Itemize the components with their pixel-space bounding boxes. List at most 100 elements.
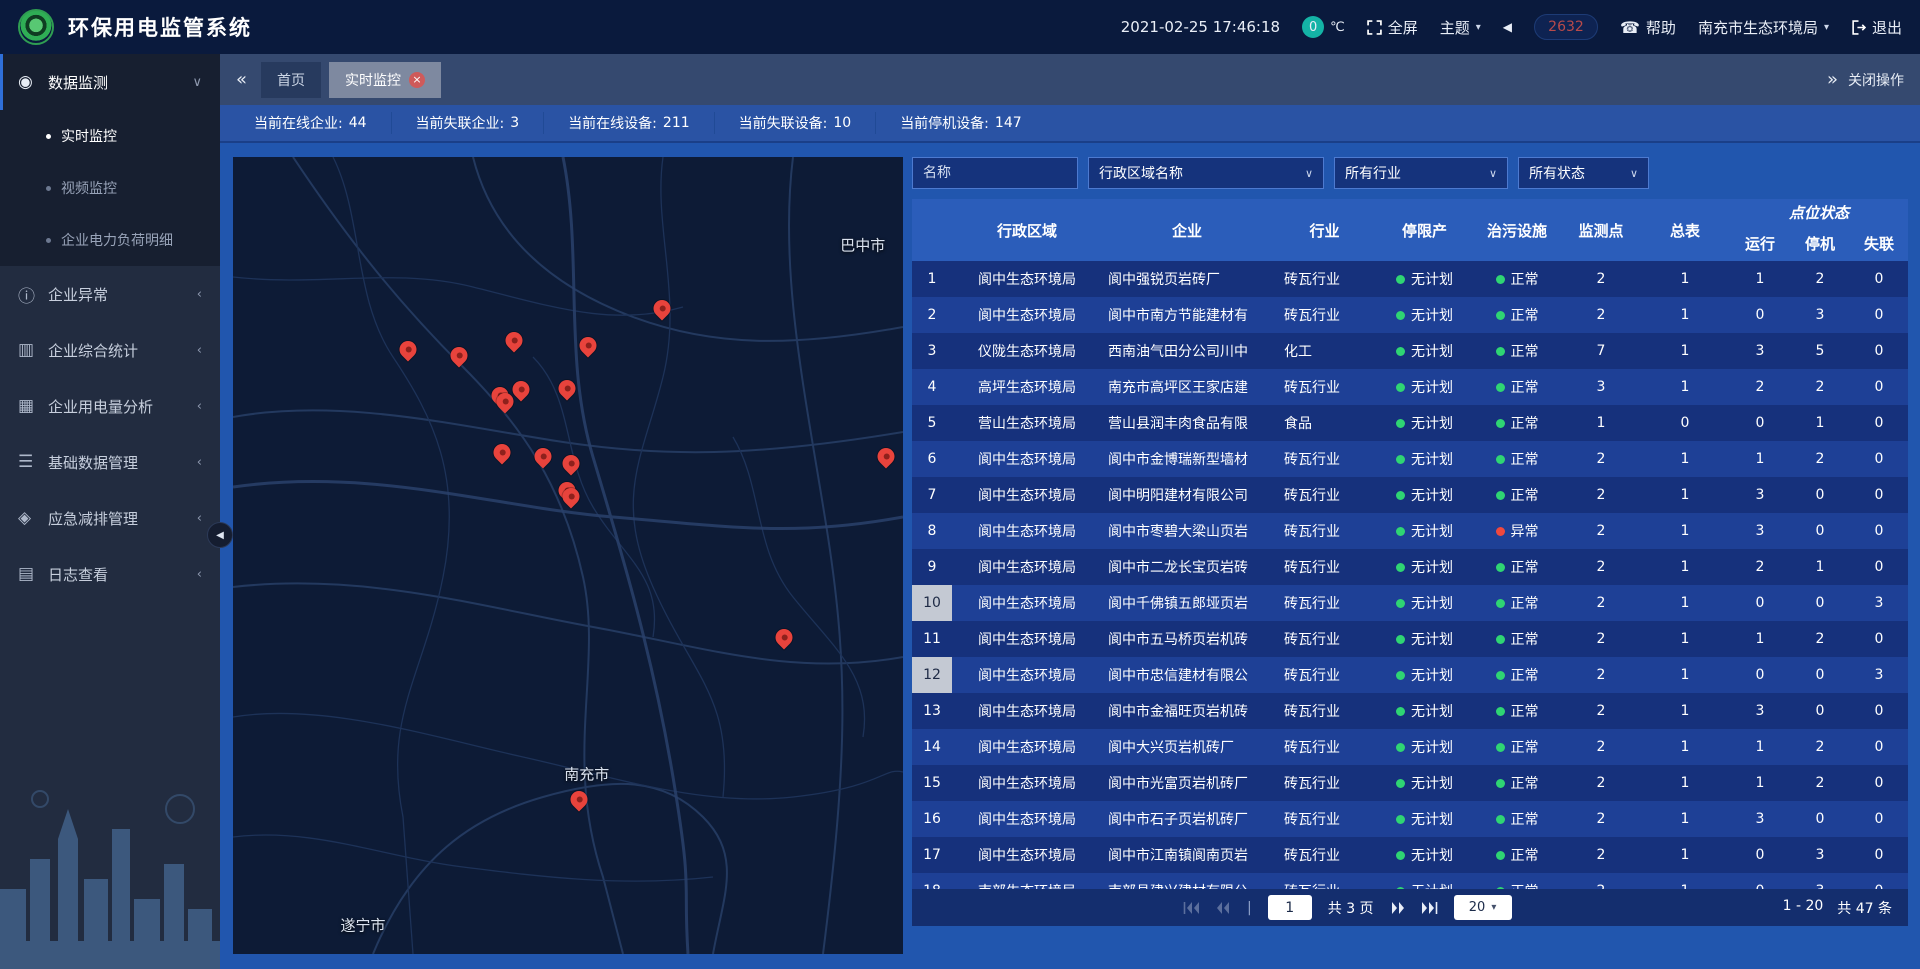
table-row[interactable]: 12阆中生态环境局阆中市忠信建材有限公砖瓦行业无计划正常21003 bbox=[912, 657, 1908, 693]
fullscreen-button[interactable]: 全屏 bbox=[1367, 17, 1418, 38]
sidebar-subitem[interactable]: 实时监控 bbox=[0, 110, 220, 162]
cell-monitor-points: 2 bbox=[1562, 765, 1640, 801]
sidebar-item[interactable]: ◉数据监测∨ bbox=[0, 54, 220, 110]
scroll-tabs-left-button[interactable]: « bbox=[236, 71, 247, 89]
table-row[interactable]: 5营山生态环境局营山县润丰肉食品有限食品无计划正常10010 bbox=[912, 405, 1908, 441]
cell-stopped: 2 bbox=[1790, 729, 1850, 765]
pagination-divider: | bbox=[1247, 900, 1252, 916]
map-pin[interactable] bbox=[874, 445, 898, 469]
chevron-down-icon: ∨ bbox=[1305, 167, 1313, 180]
map-pin[interactable] bbox=[502, 329, 526, 353]
table-row[interactable]: 17阆中生态环境局阆中市江南镇阆南页岩砖瓦行业无计划正常21030 bbox=[912, 837, 1908, 873]
cell-company: 阆中明阳建材有限公司 bbox=[1102, 477, 1272, 513]
close-operations[interactable]: » 关闭操作 bbox=[1827, 70, 1904, 90]
cell-running: 3 bbox=[1730, 693, 1790, 729]
cell-region: 南部生态环境局 bbox=[952, 873, 1102, 889]
close-icon[interactable]: × bbox=[409, 72, 425, 88]
bullet-icon bbox=[46, 238, 51, 243]
status-dot bbox=[1496, 743, 1505, 752]
map-pin[interactable] bbox=[490, 441, 514, 465]
cell-monitor-points: 2 bbox=[1562, 801, 1640, 837]
tab-item[interactable]: 首页 bbox=[261, 62, 321, 98]
region-filter-select[interactable]: 行政区域名称 ∨ bbox=[1088, 157, 1324, 189]
sidebar-subitem[interactable]: 企业电力负荷明细 bbox=[0, 214, 220, 266]
cell-industry: 砖瓦行业 bbox=[1272, 369, 1377, 405]
sidebar-item[interactable]: ◈应急减排管理‹ bbox=[0, 490, 220, 546]
first-page-button[interactable] bbox=[1183, 902, 1200, 914]
stat-label: 当前在线企业: bbox=[254, 113, 343, 133]
map-pin[interactable] bbox=[650, 297, 674, 321]
status-dot bbox=[1396, 635, 1405, 644]
map-pin[interactable] bbox=[396, 337, 420, 361]
table-row[interactable]: 9阆中生态环境局阆中市二龙长宝页岩砖砖瓦行业无计划正常21210 bbox=[912, 549, 1908, 585]
sidebar-item[interactable]: ☰基础数据管理‹ bbox=[0, 434, 220, 490]
cell-offline: 0 bbox=[1850, 549, 1908, 585]
table-row[interactable]: 3仪陇生态环境局西南油气田分公司川中化工无计划正常71350 bbox=[912, 333, 1908, 369]
logout-button[interactable]: 退出 bbox=[1851, 17, 1902, 38]
table-row[interactable]: 8阆中生态环境局阆中市枣碧大梁山页岩砖瓦行业无计划异常21300 bbox=[912, 513, 1908, 549]
status-filter-select[interactable]: 所有状态 ∨ bbox=[1518, 157, 1649, 189]
table-row[interactable]: 6阆中生态环境局阆中市金博瑞新型墙材砖瓦行业无计划正常21120 bbox=[912, 441, 1908, 477]
status-dot bbox=[1496, 491, 1505, 500]
sidebar-item[interactable]: ⓘ企业异常‹ bbox=[0, 266, 220, 322]
table-row[interactable]: 4高坪生态环境局南充市高坪区王家店建砖瓦行业无计划正常31220 bbox=[912, 369, 1908, 405]
cell-facility-status: 正常 bbox=[1472, 873, 1562, 889]
map-pin[interactable] bbox=[531, 445, 555, 469]
status-text: 正常 bbox=[1511, 485, 1539, 505]
map[interactable]: 巴中市南充市遂宁市 bbox=[233, 157, 903, 954]
pagination: | 共 3 页 20 ▾ 1 - 20 共 47 bbox=[912, 889, 1908, 926]
prev-page-button[interactable] bbox=[1216, 902, 1231, 914]
cell-monitor-points: 2 bbox=[1562, 693, 1640, 729]
stat-label: 当前失联设备: bbox=[739, 113, 828, 133]
table-row[interactable]: 18南部生态环境局南部县建兴建材有限公砖瓦行业无计划正常21030 bbox=[912, 873, 1908, 889]
next-page-button[interactable] bbox=[1390, 902, 1405, 914]
row-number: 17 bbox=[912, 837, 952, 873]
page-size-select[interactable]: 20 ▾ bbox=[1454, 895, 1512, 920]
org-dropdown[interactable]: 南充市生态环境局 ▾ bbox=[1698, 17, 1829, 38]
status-text: 正常 bbox=[1511, 557, 1539, 577]
stat-item: 当前失联企业:3 bbox=[392, 112, 545, 134]
fullscreen-icon bbox=[1367, 20, 1382, 35]
cell-production-status: 无计划 bbox=[1377, 801, 1472, 837]
table-row[interactable]: 11阆中生态环境局阆中市五马桥页岩机砖砖瓦行业无计划正常21120 bbox=[912, 621, 1908, 657]
last-page-icon bbox=[1421, 902, 1438, 914]
cell-total-meters: 1 bbox=[1640, 765, 1730, 801]
name-filter-input[interactable] bbox=[912, 157, 1078, 189]
table-row[interactable]: 13阆中生态环境局阆中市金福旺页岩机砖砖瓦行业无计划正常21300 bbox=[912, 693, 1908, 729]
map-pin[interactable] bbox=[567, 788, 591, 812]
table-row[interactable]: 14阆中生态环境局阆中大兴页岩机砖厂砖瓦行业无计划正常21120 bbox=[912, 729, 1908, 765]
sidebar-item[interactable]: ▦企业用电量分析‹ bbox=[0, 378, 220, 434]
industry-filter-select[interactable]: 所有行业 ∨ bbox=[1334, 157, 1508, 189]
table-row[interactable]: 2阆中生态环境局阆中市南方节能建材有砖瓦行业无计划正常21030 bbox=[912, 297, 1908, 333]
help-button[interactable]: ☎ 帮助 bbox=[1620, 17, 1676, 38]
map-pin[interactable] bbox=[576, 333, 600, 357]
theme-dropdown[interactable]: 主题 ▾ bbox=[1440, 17, 1481, 38]
map-collapse-button[interactable]: ◀ bbox=[207, 522, 233, 548]
message-count-badge[interactable]: 2632 bbox=[1534, 14, 1598, 40]
cell-production-status: 无计划 bbox=[1377, 765, 1472, 801]
cell-production-status: 无计划 bbox=[1377, 477, 1472, 513]
cell-facility-status: 正常 bbox=[1472, 549, 1562, 585]
sidebar-item[interactable]: ▤日志查看‹ bbox=[0, 546, 220, 602]
tab-item[interactable]: 实时监控× bbox=[329, 62, 441, 98]
table-row[interactable]: 7阆中生态环境局阆中明阳建材有限公司砖瓦行业无计划正常21300 bbox=[912, 477, 1908, 513]
map-pin[interactable] bbox=[555, 376, 579, 400]
table-row[interactable]: 15阆中生态环境局阆中市光富页岩机砖厂砖瓦行业无计划正常21120 bbox=[912, 765, 1908, 801]
cell-region: 阆中生态环境局 bbox=[952, 837, 1102, 873]
sidebar-subitem[interactable]: 视频监控 bbox=[0, 162, 220, 214]
status-dot bbox=[1496, 671, 1505, 680]
col-offline: 失联 bbox=[1850, 225, 1908, 261]
map-pin[interactable] bbox=[772, 626, 796, 650]
map-pin[interactable] bbox=[447, 344, 471, 368]
table-row[interactable]: 1阆中生态环境局阆中强锐页岩砖厂砖瓦行业无计划正常21120 bbox=[912, 261, 1908, 297]
table-row[interactable]: 10阆中生态环境局阆中千佛镇五郎垭页岩砖瓦行业无计划正常21003 bbox=[912, 585, 1908, 621]
last-page-button[interactable] bbox=[1421, 902, 1438, 914]
map-pin[interactable] bbox=[559, 451, 583, 475]
collapse-arrow-button[interactable]: ◀ bbox=[1503, 20, 1512, 34]
cell-monitor-points: 2 bbox=[1562, 477, 1640, 513]
sidebar-item[interactable]: ▥企业综合统计‹ bbox=[0, 322, 220, 378]
page-number-input[interactable] bbox=[1268, 895, 1312, 920]
table-row[interactable]: 16阆中生态环境局阆中市石子页岩机砖厂砖瓦行业无计划正常21300 bbox=[912, 801, 1908, 837]
map-pins: 巴中市南充市遂宁市 bbox=[233, 157, 903, 954]
logout-icon bbox=[1851, 20, 1866, 35]
